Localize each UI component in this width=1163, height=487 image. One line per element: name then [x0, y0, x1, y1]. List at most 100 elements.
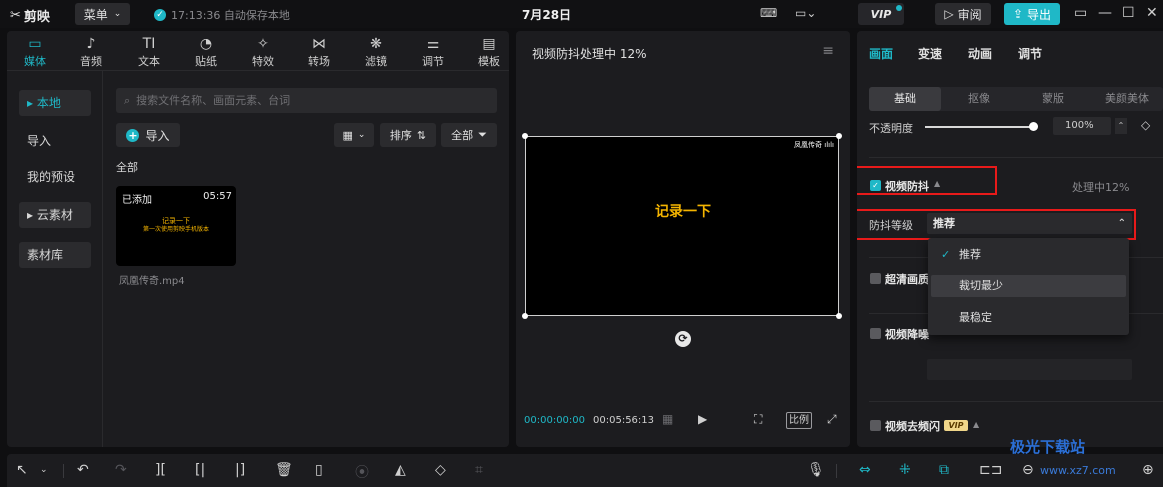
- media-sidebar: ▸ 本地 导入 我的预设 ▸ 云素材 素材库: [7, 71, 103, 447]
- tab-transition[interactable]: ⋈ 转场: [297, 35, 341, 69]
- minimize-icon[interactable]: —: [1098, 5, 1112, 21]
- keyframe-diamond-icon[interactable]: ◇: [1141, 118, 1150, 132]
- opacity-stepper-icon[interactable]: ⌃: [1115, 118, 1127, 134]
- menu-button[interactable]: 菜单 ⌄: [75, 3, 130, 25]
- microphone-icon[interactable]: 🎙: [807, 462, 825, 478]
- reverse-icon[interactable]: ⦿: [355, 462, 369, 482]
- dropdown-option-least-crop[interactable]: 裁切最少: [931, 275, 1126, 297]
- separator: [836, 464, 837, 478]
- tab-filter[interactable]: ❋ 滤镜: [354, 35, 398, 69]
- vip-button[interactable]: VIP: [858, 3, 904, 25]
- split-left-icon[interactable]: [|: [195, 462, 205, 478]
- search-input[interactable]: [136, 94, 477, 107]
- rotate-clip-icon[interactable]: ◇: [435, 462, 446, 478]
- resize-handle-br[interactable]: [836, 313, 842, 319]
- filter-icon: ❋: [370, 36, 382, 52]
- opacity-value-field[interactable]: 100%: [1053, 117, 1111, 135]
- rotate-icon[interactable]: ⟳: [675, 331, 691, 347]
- subtab-beauty[interactable]: 美颜美体: [1091, 87, 1163, 111]
- expand-icon[interactable]: ⤢: [827, 412, 837, 427]
- preview-axis-icon[interactable]: ⊏⊐: [979, 462, 1002, 478]
- redo-icon[interactable]: ↷: [115, 462, 127, 478]
- resize-handle-tr[interactable]: [836, 133, 842, 139]
- video-canvas[interactable]: 凤凰传奇 ılılı 记录一下: [525, 136, 839, 316]
- tab-template[interactable]: ▤ 模板: [467, 35, 509, 69]
- tab-speed[interactable]: 变速: [918, 45, 942, 62]
- hd-checkbox[interactable]: [870, 273, 881, 284]
- sidebar-item-library[interactable]: 素材库: [19, 242, 91, 268]
- subtab-mask[interactable]: 蒙版: [1017, 87, 1089, 111]
- split-right-icon[interactable]: |]: [235, 462, 245, 478]
- media-thumbnail[interactable]: 已添加 05:57 记录一下 第一次使用剪映手机版本: [116, 186, 236, 266]
- split-icon[interactable]: ][: [155, 462, 166, 478]
- sort-button[interactable]: 排序 ⇅: [380, 123, 436, 147]
- fullscreen-crop-icon[interactable]: ⛶: [754, 412, 762, 427]
- transition-icon: ⋈: [312, 36, 326, 52]
- play-icon[interactable]: ▶: [698, 412, 707, 426]
- deflicker-checkbox[interactable]: [870, 420, 881, 431]
- freeze-frame-icon[interactable]: ▯: [315, 462, 323, 478]
- hamburger-menu-icon[interactable]: ≡: [822, 43, 834, 59]
- undo-icon[interactable]: ↶: [77, 462, 89, 478]
- maximize-icon[interactable]: ☐: [1122, 5, 1135, 21]
- dropdown-option-recommended[interactable]: ✓ 推荐: [931, 244, 1126, 266]
- media-icon: ▭: [28, 36, 42, 52]
- sidebar-item-presets[interactable]: 我的预设: [19, 164, 91, 190]
- sort-icon: ⇅: [416, 128, 427, 142]
- tab-sticker[interactable]: ◔ 贴纸: [184, 35, 228, 69]
- keyboard-icon[interactable]: ⌨: [760, 6, 777, 20]
- added-badge: 已添加: [122, 195, 152, 206]
- highlight-box-stabilize: [857, 166, 997, 195]
- denoise-level-select[interactable]: [927, 359, 1132, 380]
- caret-up-icon[interactable]: ▲: [973, 420, 979, 429]
- mirror-icon[interactable]: ◭: [395, 462, 406, 478]
- resize-handle-bl[interactable]: [522, 313, 528, 319]
- sticker-icon: ◔: [199, 36, 213, 52]
- tab-adjust[interactable]: ⚌ 调节: [411, 35, 455, 69]
- crop-icon[interactable]: ⌗: [475, 462, 483, 478]
- aspect-ratio-button[interactable]: 比例: [786, 412, 812, 429]
- layout-icon[interactable]: ▭⌄: [795, 6, 816, 20]
- subtab-basic[interactable]: 基础: [869, 87, 941, 111]
- tab-adjustment[interactable]: 调节: [1018, 45, 1042, 62]
- opacity-slider-handle[interactable]: [1029, 122, 1038, 131]
- template-icon: ▤: [482, 36, 496, 52]
- tab-media[interactable]: ▭ 媒体: [13, 35, 57, 69]
- separator: [63, 464, 64, 478]
- zoom-out-icon[interactable]: ⊖: [1022, 462, 1034, 478]
- sidebar-item-cloud[interactable]: ▸ 云素材: [19, 202, 91, 228]
- opacity-slider-track[interactable]: [925, 126, 1033, 128]
- delete-icon[interactable]: 🗑: [275, 462, 293, 478]
- site-watermark: 极光下载站: [1010, 438, 1086, 456]
- filter-button[interactable]: 全部 ⏷: [441, 123, 497, 147]
- stabilize-level-dropdown: ✓ 推荐 裁切最少 最稳定: [928, 238, 1129, 335]
- export-button[interactable]: ⇪ 导出: [1004, 3, 1060, 25]
- close-icon[interactable]: ✕: [1146, 5, 1158, 21]
- window-layout-icon[interactable]: ▭: [1074, 5, 1087, 21]
- chevron-down-icon[interactable]: ⌄: [40, 465, 48, 475]
- sidebar-item-import[interactable]: 导入: [19, 128, 91, 154]
- stabilize-status: 处理中12%: [1072, 181, 1130, 194]
- resize-handle-tl[interactable]: [522, 133, 528, 139]
- main-track-magnet-icon[interactable]: ⇔: [859, 462, 871, 478]
- denoise-checkbox[interactable]: [870, 328, 881, 339]
- tab-animation[interactable]: 动画: [968, 45, 992, 62]
- tab-effects[interactable]: ✧ 特效: [241, 35, 285, 69]
- tab-picture[interactable]: 画面: [869, 45, 893, 62]
- import-button[interactable]: + 导入: [116, 123, 180, 147]
- total-duration: 00:05:56:13: [593, 415, 655, 426]
- review-button[interactable]: ▷ 审阅: [935, 3, 991, 25]
- linkage-icon[interactable]: ⧉: [939, 462, 949, 478]
- select-cursor-icon[interactable]: ↖: [16, 462, 28, 478]
- view-mode-button[interactable]: ▦ ⌄: [334, 123, 374, 147]
- sidebar-item-local[interactable]: ▸ 本地: [19, 90, 91, 116]
- zoom-in-icon[interactable]: ⊕: [1142, 462, 1154, 478]
- timeline-grid-icon[interactable]: ▦: [662, 412, 673, 426]
- subtab-cutout[interactable]: 抠像: [943, 87, 1015, 111]
- app-logo: ✂ 剪映: [10, 8, 50, 25]
- auto-snap-icon[interactable]: ⁜: [899, 462, 911, 478]
- tab-text[interactable]: TI 文本: [127, 35, 171, 69]
- dropdown-option-most-stable[interactable]: 最稳定: [931, 307, 1126, 329]
- search-bar: ⌕: [116, 88, 497, 113]
- tab-audio[interactable]: ♪ 音频: [69, 35, 113, 69]
